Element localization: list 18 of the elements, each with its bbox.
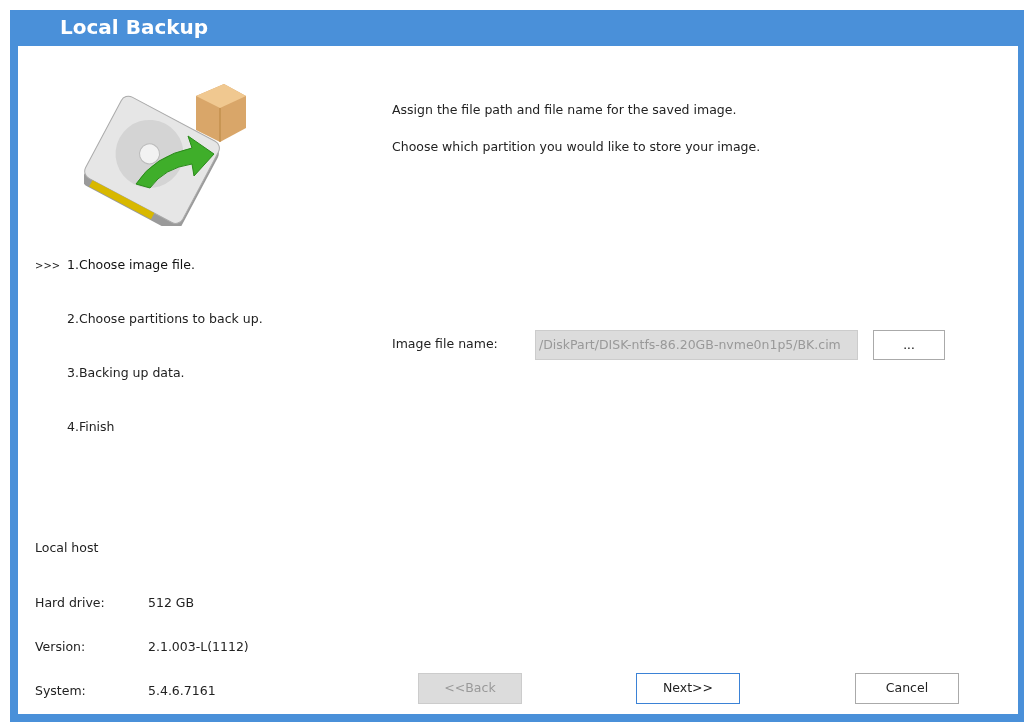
- info-label: Hard drive:: [35, 593, 106, 612]
- wizard-step: 3.Backing up data.: [67, 363, 185, 383]
- info-label: Version:: [35, 637, 87, 656]
- window-title: Local Backup: [59, 14, 210, 41]
- current-step-marker: >>>: [34, 258, 62, 273]
- instruction-text: Assign the file path and file name for the saved image.: [392, 101, 738, 119]
- info-value: 2.1.003-L(1112): [148, 637, 249, 656]
- wizard-step: 2.Choose partitions to back up.: [67, 309, 263, 329]
- wizard-button[interactable]: Cancel: [855, 673, 959, 704]
- info-value: 5.4.6.7161: [148, 681, 216, 700]
- instruction-text: Choose which partition you would like to store your image.: [392, 137, 762, 156]
- wizard-step: 4.Finish: [67, 417, 115, 437]
- info-value: 512 GB: [148, 593, 195, 612]
- wizard-step: 1.Choose image file.: [67, 255, 195, 275]
- info-label: System:: [35, 681, 87, 700]
- field-label: Image file name:: [392, 335, 499, 354]
- wizard-button[interactable]: Next>>: [636, 673, 740, 704]
- host-info-title: Local host: [35, 539, 100, 558]
